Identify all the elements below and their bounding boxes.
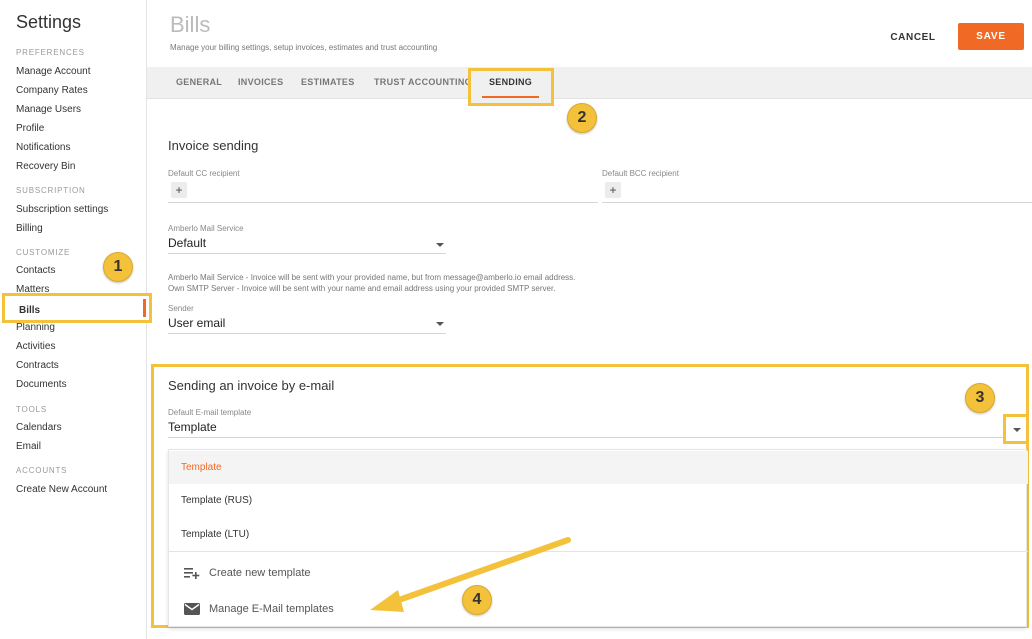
sidebar-item-manage-account[interactable]: Manage Account — [16, 66, 91, 77]
cancel-button[interactable]: CANCEL — [884, 25, 942, 49]
sidebar-item-email[interactable]: Email — [16, 441, 41, 452]
cc-recipient-label: Default CC recipient — [168, 169, 240, 178]
dropdown-option-template[interactable]: Template — [169, 451, 1028, 484]
tab-sending-highlight — [468, 68, 554, 106]
sidebar-item-activities[interactable]: Activities — [16, 341, 55, 352]
sidebar-item-notifications[interactable]: Notifications — [16, 142, 70, 153]
email-template-select[interactable]: Template — [168, 420, 217, 434]
section-subscription: SUBSCRIPTION — [16, 186, 86, 195]
email-sending-title: Sending an invoice by e-mail — [168, 378, 335, 393]
sidebar-item-calendars[interactable]: Calendars — [16, 422, 62, 433]
section-preferences: PREFERENCES — [16, 48, 85, 57]
step-badge-2: 2 — [567, 103, 597, 133]
playlist-add-icon — [184, 568, 200, 579]
dropdown-option-template-ltu[interactable]: Template (LTU) — [169, 518, 1028, 551]
sidebar-item-subscription-settings[interactable]: Subscription settings — [16, 204, 108, 215]
mail-service-help-line-2: Own SMTP Server - Invoice will be sent w… — [168, 284, 556, 293]
mail-icon — [184, 603, 200, 615]
invoice-sending-title: Invoice sending — [168, 138, 259, 153]
section-customize: CUSTOMIZE — [16, 248, 71, 257]
mail-service-label: Amberlo Mail Service — [168, 224, 244, 233]
sender-underline — [168, 333, 446, 334]
dropdown-divider — [169, 551, 1028, 552]
sidebar-item-company-rates[interactable]: Company Rates — [16, 85, 88, 96]
save-button[interactable]: SAVE — [958, 23, 1024, 50]
manage-email-templates-item[interactable]: Manage E-Mail templates — [169, 592, 1028, 626]
section-tools: TOOLS — [16, 405, 47, 414]
sidebar-item-create-new-account[interactable]: Create New Account — [16, 484, 107, 495]
create-new-template-item[interactable]: Create new template — [169, 556, 1028, 590]
email-template-underline — [168, 437, 1004, 438]
step-badge-1: 1 — [103, 252, 133, 282]
mail-service-underline — [168, 253, 446, 254]
email-template-dropdown: Template Template (RUS) Template (LTU) C… — [168, 449, 1028, 627]
tab-estimates[interactable]: ESTIMATES — [301, 77, 355, 87]
sender-label: Sender — [168, 304, 194, 313]
tab-general[interactable]: GENERAL — [176, 77, 222, 87]
add-cc-button[interactable]: + — [171, 182, 187, 198]
email-template-chevron-down-icon[interactable] — [1013, 428, 1021, 432]
settings-sidebar: Settings PREFERENCES Manage Account Comp… — [0, 0, 152, 639]
step-badge-4: 4 — [462, 585, 492, 615]
manage-email-templates-label: Manage E-Mail templates — [209, 603, 334, 615]
add-bcc-button[interactable]: + — [605, 182, 621, 198]
page-subtitle: Manage your billing settings, setup invo… — [170, 43, 438, 52]
sidebar-item-billing[interactable]: Billing — [16, 223, 43, 234]
page-title: Bills — [170, 12, 211, 37]
sidebar-item-manage-users[interactable]: Manage Users — [16, 104, 81, 115]
sidebar-item-recovery-bin[interactable]: Recovery Bin — [16, 161, 75, 172]
sidebar-item-bills[interactable]: Bills — [2, 293, 152, 323]
section-accounts: ACCOUNTS — [16, 466, 68, 475]
tab-trust-accounting[interactable]: TRUST ACCOUNTING — [374, 77, 472, 87]
active-tab-indicator — [482, 96, 539, 98]
bcc-recipient-label: Default BCC recipient — [602, 169, 679, 178]
create-new-template-label: Create new template — [209, 567, 311, 579]
tab-invoices[interactable]: INVOICES — [238, 77, 283, 87]
sidebar-item-contracts[interactable]: Contracts — [16, 360, 59, 371]
sidebar-title: Settings — [16, 12, 82, 32]
sidebar-item-documents[interactable]: Documents — [16, 379, 67, 390]
sender-chevron-down-icon[interactable] — [436, 322, 444, 326]
tab-sending[interactable]: SENDING — [489, 77, 532, 87]
cc-recipient-field[interactable] — [168, 202, 598, 203]
sidebar-item-contacts[interactable]: Contacts — [16, 265, 55, 276]
step-badge-3: 3 — [965, 383, 995, 413]
sender-select[interactable]: User email — [168, 316, 225, 330]
mail-service-help-line-1: Amberlo Mail Service - Invoice will be s… — [168, 273, 576, 282]
tab-bar: GENERAL INVOICES ESTIMATES TRUST ACCOUNT… — [147, 67, 1032, 99]
bcc-recipient-field[interactable] — [602, 202, 1032, 203]
mail-service-select[interactable]: Default — [168, 236, 206, 250]
dropdown-option-template-rus[interactable]: Template (RUS) — [169, 484, 1028, 517]
sidebar-item-profile[interactable]: Profile — [16, 123, 44, 134]
mail-service-chevron-down-icon[interactable] — [436, 243, 444, 247]
email-template-label: Default E-mail template — [168, 408, 252, 417]
